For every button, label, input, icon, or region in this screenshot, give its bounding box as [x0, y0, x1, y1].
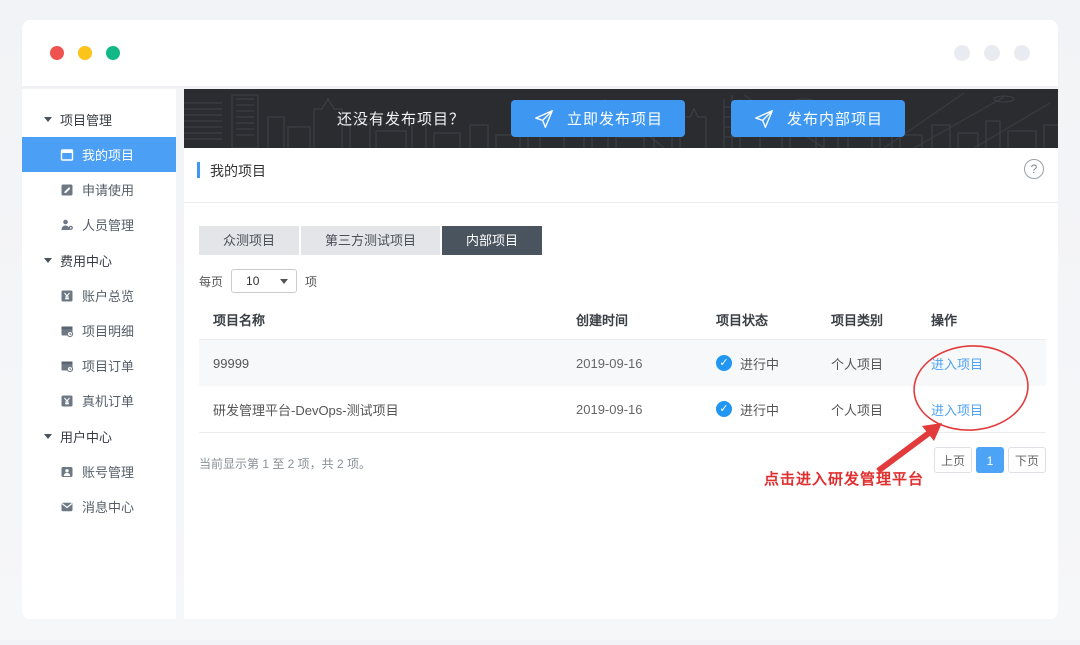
sidebar-item-label: 消息中心: [82, 500, 135, 515]
pagination: 上页 1 下页: [933, 447, 1046, 473]
publish-banner: 还没有发布项目？ 立即发布项目 发布内部项目: [184, 89, 1058, 148]
per-page-control: 每页 10 项: [199, 269, 317, 293]
sidebar-group-user-center[interactable]: 用户中心: [22, 418, 176, 454]
enter-project-link[interactable]: 进入项目: [931, 403, 983, 418]
question-circle-icon[interactable]: ?: [1024, 159, 1044, 179]
sidebar-group-label: 用户中心: [60, 429, 113, 445]
publish-internal-button[interactable]: 发布内部项目: [731, 100, 906, 137]
sidebar-item-account-manage[interactable]: 账号管理: [22, 454, 176, 489]
tab-internal[interactable]: 内部项目: [442, 226, 543, 255]
apply-use-icon: [61, 184, 73, 195]
project-name: 99999: [213, 355, 250, 371]
traffic-light-zoom-icon[interactable]: [106, 46, 120, 60]
sidebar-item-label: 真机订单: [82, 394, 135, 409]
publish-internal-label: 发布内部项目: [787, 111, 884, 128]
sidebar-item-project-detail[interactable]: 项目明细: [22, 313, 176, 348]
chevron-down-icon: [280, 278, 289, 284]
message-center-icon: [61, 502, 73, 511]
sidebar-item-people-manage[interactable]: 人员管理: [22, 207, 176, 242]
sidebar-item-device-order[interactable]: 真机订单: [22, 383, 176, 418]
prev-page-button[interactable]: 上页: [933, 447, 972, 473]
page-title: 我的项目: [210, 163, 266, 179]
per-page-prefix: 每页: [199, 274, 224, 289]
section-divider: [184, 202, 1058, 203]
sidebar-item-project-order[interactable]: 项目订单: [22, 348, 176, 383]
tab-third-party-test[interactable]: 第三方测试项目: [301, 226, 441, 255]
window-titlebar: [22, 20, 1058, 86]
check-circle-icon: ✓: [716, 355, 732, 371]
window-controls: [50, 46, 120, 60]
menu-dot-icon[interactable]: [984, 45, 1000, 61]
chevron-down-icon: [44, 433, 52, 439]
sidebar-group-label: 费用中心: [60, 253, 113, 269]
sidebar-item-label: 项目订单: [82, 359, 135, 374]
banner-prompt-text: 还没有发布项目？: [336, 111, 465, 128]
project-category: 个人项目: [831, 402, 884, 418]
check-circle-icon: ✓: [716, 401, 732, 417]
menu-dot-icon[interactable]: [954, 45, 970, 61]
table-row: 研发管理平台-DevOps-测试项目 2019-09-16 ✓ 进行中 个人项目…: [199, 386, 1046, 433]
tab-crowd-test[interactable]: 众测项目: [199, 226, 300, 255]
col-project-status: 项目状态: [716, 312, 769, 328]
created-time: 2019-09-16: [576, 355, 643, 371]
col-created-time: 创建时间: [576, 312, 629, 328]
chevron-down-icon: [44, 116, 52, 122]
menu-dot-icon[interactable]: [1014, 45, 1030, 61]
project-type-tabs: 众测项目 第三方测试项目 内部项目: [199, 226, 543, 255]
created-time: 2019-09-16: [576, 401, 643, 417]
main-panel: 还没有发布项目？ 立即发布项目 发布内部项目 我的项目 ? 众测项目 第三方测试…: [184, 89, 1058, 619]
sidebar-item-label: 项目明细: [82, 324, 135, 339]
section-accent-bar: [197, 162, 200, 178]
col-project-category: 项目类别: [831, 312, 884, 328]
section-header: 我的项目 ?: [184, 159, 1058, 189]
sidebar: 项目管理 我的项目 申请使用 人员管理 费用中心 账户总览 项目明细 项目订单 …: [22, 89, 176, 619]
sidebar-item-message-center[interactable]: 消息中心: [22, 489, 176, 524]
project-category: 个人项目: [831, 356, 884, 372]
per-page-select[interactable]: 10: [231, 269, 298, 293]
my-projects-icon: [60, 148, 74, 161]
sidebar-group-project-management[interactable]: 项目管理: [22, 101, 176, 137]
traffic-light-minimize-icon[interactable]: [78, 46, 92, 60]
page-number-button[interactable]: 1: [975, 447, 1004, 473]
paper-plane-icon: [535, 109, 553, 128]
account-manage-icon: [61, 466, 73, 477]
status-text: 进行中: [740, 356, 780, 372]
sidebar-item-my-projects[interactable]: 我的项目: [22, 137, 176, 172]
project-detail-icon: [61, 326, 74, 337]
sidebar-item-account-overview[interactable]: 账户总览: [22, 278, 176, 313]
account-overview-icon: [61, 290, 73, 301]
device-order-icon: [61, 395, 73, 406]
sidebar-item-label: 申请使用: [82, 183, 135, 198]
project-name: 研发管理平台-DevOps-测试项目: [213, 402, 399, 418]
titlebar-menu-dots: [954, 45, 1030, 61]
people-manage-icon: [61, 219, 73, 230]
table-header-row: 项目名称 创建时间 项目状态 项目类别 操作: [199, 299, 1046, 340]
enter-project-link[interactable]: 进入项目: [931, 357, 983, 372]
sidebar-item-label: 账号管理: [82, 465, 135, 480]
table-summary: 当前显示第 1 至 2 项，共 2 项。: [199, 457, 372, 471]
table-row: 99999 2019-09-16 ✓ 进行中 个人项目 进入项目: [199, 340, 1046, 386]
sidebar-item-label: 我的项目: [82, 148, 135, 163]
app-root: 项目管理 我的项目 申请使用 人员管理 费用中心 账户总览 项目明细 项目订单 …: [0, 0, 1080, 640]
sidebar-item-apply-use[interactable]: 申请使用: [22, 172, 176, 207]
traffic-light-close-icon[interactable]: [50, 46, 64, 60]
status-text: 进行中: [740, 402, 780, 418]
next-page-button[interactable]: 下页: [1007, 447, 1046, 473]
sidebar-group-cost-center[interactable]: 费用中心: [22, 242, 176, 278]
col-action: 操作: [931, 312, 958, 328]
chevron-down-icon: [44, 257, 52, 263]
projects-table: 项目名称 创建时间 项目状态 项目类别 操作 99999 2019-09-16 …: [199, 299, 1046, 433]
col-project-name: 项目名称: [213, 312, 266, 328]
paper-plane-icon: [755, 109, 773, 128]
sidebar-item-label: 账户总览: [82, 289, 135, 304]
publish-now-label: 立即发布项目: [566, 111, 663, 128]
sidebar-item-label: 人员管理: [82, 218, 135, 233]
per-page-value: 10: [246, 274, 260, 288]
publish-now-button[interactable]: 立即发布项目: [510, 100, 685, 137]
per-page-suffix: 项: [305, 274, 318, 289]
sidebar-group-label: 项目管理: [60, 112, 113, 128]
project-order-icon: [61, 361, 74, 372]
